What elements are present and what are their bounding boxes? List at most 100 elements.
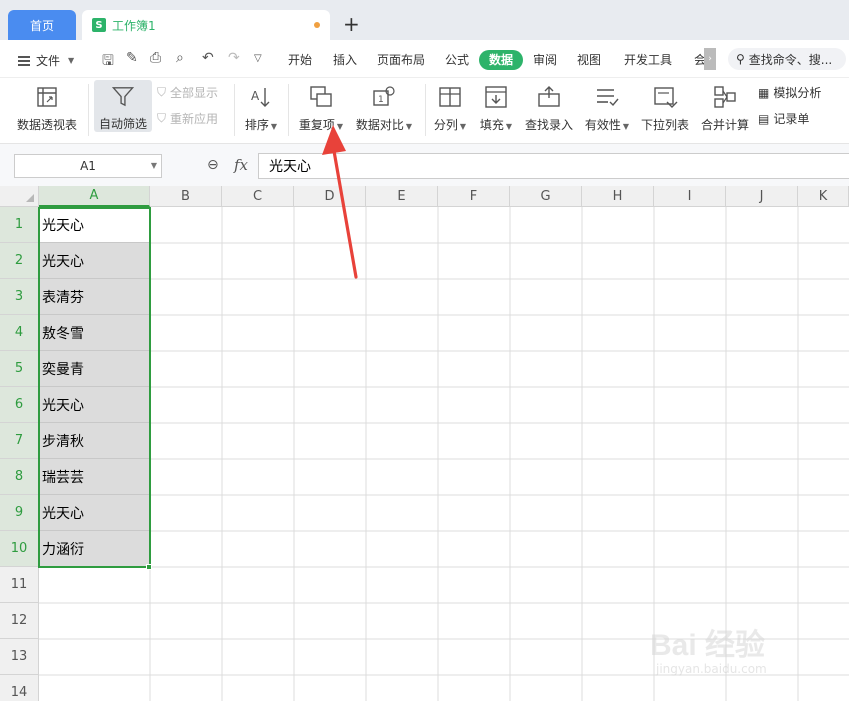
name-box-value: A1 [80, 159, 96, 173]
watermark-url: jingyan.baidu.com [656, 662, 767, 676]
lookup-entry-button[interactable]: 查找录入 [522, 84, 576, 133]
tab-review[interactable]: 审阅 [533, 50, 557, 70]
cell-a3[interactable]: 表清芬 [39, 279, 150, 315]
tab-formulas[interactable]: 公式 [445, 50, 469, 70]
whatif-analysis-button[interactable]: ▦ 模拟分析 [758, 84, 821, 101]
cell-a8[interactable]: 瑞芸芸 [39, 459, 150, 495]
consolidate-icon [714, 86, 736, 108]
wps-spreadsheet-window: 首页 S 工作簿1 + 文件 ▼ 🖫 ✎ ⎙ ⌕ ↶ ↷ ▽ 开始 插入 页面布… [0, 0, 849, 701]
document-tab-bar: 首页 S 工作簿1 + [0, 0, 849, 40]
chevron-down-icon: ▼ [68, 56, 75, 65]
tab-developer[interactable]: 开发工具 [624, 50, 672, 70]
reapply-label: 重新应用 [170, 112, 219, 126]
split-label: 分列 ▼ [433, 118, 467, 132]
save-icon[interactable]: 🖫 [102, 50, 114, 74]
cell-a7[interactable]: 步清秋 [39, 423, 150, 459]
tab-home[interactable]: 首页 [8, 10, 76, 40]
ribbon-divider [234, 84, 235, 136]
chevron-down-icon: ▼ [150, 161, 157, 170]
tab-view[interactable]: 视图 [577, 50, 601, 70]
record-form-button[interactable]: ▤ 记录单 [758, 110, 809, 127]
pivot-table-icon [37, 87, 57, 107]
redo-icon[interactable]: ↷ [228, 50, 240, 66]
insert-function-button[interactable]: fx [234, 156, 248, 174]
name-box[interactable]: A1 ▼ [14, 154, 162, 178]
search-placeholder: 查找命令、搜... [748, 52, 833, 67]
format-painter-icon[interactable]: ✎ [126, 50, 138, 66]
split-columns-icon [439, 87, 461, 107]
baidu-jingyan-watermark: Bai 经验 jingyan.baidu.com [650, 620, 840, 690]
lookup-entry-label: 查找录入 [524, 118, 573, 132]
menu-bar: 文件 ▼ 🖫 ✎ ⎙ ⌕ ↶ ↷ ▽ 开始 插入 页面布局 公式 数据 审阅 视… [0, 40, 849, 78]
autofilter-button[interactable]: 自动筛选 [94, 80, 152, 132]
cell-a9[interactable]: 光天心 [39, 495, 150, 531]
cell-a10[interactable]: 力涵衍 [39, 531, 150, 567]
cell-a2[interactable]: 光天心 [39, 243, 150, 279]
quick-access-dropdown-icon[interactable]: ▽ [254, 53, 262, 64]
dropdown-list-icon [654, 87, 678, 108]
cell-a4[interactable]: 敖冬雪 [39, 315, 150, 351]
svg-text:A: A [251, 89, 260, 103]
ribbon-divider [425, 84, 426, 136]
whatif-label: 模拟分析 [773, 86, 822, 100]
autofilter-label: 自动筛选 [98, 117, 147, 131]
tab-scroll-right-button[interactable]: › [704, 48, 716, 70]
tab-start[interactable]: 开始 [288, 50, 312, 70]
sort-label: 排序 ▼ [244, 118, 278, 132]
whatif-icon: ▦ [758, 85, 770, 100]
undo-icon[interactable]: ↶ [202, 50, 214, 66]
tab-data[interactable]: 数据 [479, 50, 524, 70]
validation-icon [597, 89, 619, 107]
search-icon: ⚲ [736, 52, 745, 66]
workbook-name: 工作簿1 [112, 18, 156, 33]
show-all-button[interactable]: ⛉ 全部显示 [157, 84, 218, 101]
watermark-title: Bai 经验 [650, 629, 766, 662]
funnel-icon: ⛉ [157, 85, 167, 99]
data-validation-button[interactable]: 有效性 ▼ [582, 84, 632, 133]
command-search-input[interactable]: ⚲ 查找命令、搜... [728, 48, 846, 70]
fill-handle[interactable] [146, 564, 152, 570]
consolidate-button[interactable]: 合并计算 [698, 84, 752, 133]
tab-workbook[interactable]: S 工作簿1 [82, 10, 330, 40]
tab-insert[interactable]: 插入 [333, 50, 357, 70]
pivot-table-button[interactable]: 数据透视表 [12, 84, 82, 133]
formula-value: 光天心 [269, 159, 311, 175]
pivot-table-label: 数据透视表 [16, 118, 77, 132]
lookup-entry-icon [538, 86, 560, 107]
sort-icon: A [251, 88, 270, 107]
file-menu-label: 文件 [36, 54, 61, 68]
record-form-icon: ▤ [758, 111, 770, 126]
svg-text:1: 1 [378, 95, 384, 105]
validity-label: 有效性 ▼ [584, 118, 630, 132]
print-preview-icon[interactable]: ⌕ [176, 50, 184, 66]
dropdown-list-button[interactable]: 下拉列表 [638, 84, 692, 133]
cell-a6[interactable]: 光天心 [39, 387, 150, 423]
annotation-arrow [322, 125, 358, 279]
fill-down-icon [485, 86, 507, 108]
cell-a5[interactable]: 奕曼青 [39, 351, 150, 387]
text-to-columns-button[interactable]: 分列 ▼ [431, 84, 469, 133]
spreadsheet-icon: S [92, 18, 106, 32]
formula-bar: A1 ▼ ⊖ fx 光天心 [0, 144, 849, 186]
show-all-label: 全部显示 [170, 86, 219, 100]
duplicates-icon [310, 86, 332, 107]
tab-page-layout[interactable]: 页面布局 [377, 50, 425, 70]
zoom-icon[interactable]: ⊖ [207, 157, 219, 173]
reapply-button[interactable]: ⛉ 重新应用 [157, 110, 218, 127]
unsaved-indicator [314, 22, 320, 28]
data-compare-icon: 1 [373, 86, 395, 106]
record-form-label: 记录单 [773, 112, 810, 126]
hamburger-icon [18, 55, 30, 66]
file-menu[interactable]: 文件 ▼ [18, 52, 74, 69]
new-tab-button[interactable]: + [343, 12, 360, 36]
ribbon-divider [88, 84, 89, 136]
fill-label: 填充 ▼ [479, 118, 513, 132]
funnel-icon [111, 87, 135, 107]
ribbon-divider [288, 84, 289, 136]
funnel-icon: ⛉ [157, 111, 167, 125]
cell-a1[interactable]: 光天心 [39, 207, 150, 243]
print-icon[interactable]: ⎙ [150, 50, 161, 66]
consolidate-label: 合并计算 [700, 118, 749, 132]
fill-button[interactable]: 填充 ▼ [477, 84, 515, 133]
sort-button[interactable]: A 排序 ▼ [240, 84, 282, 133]
